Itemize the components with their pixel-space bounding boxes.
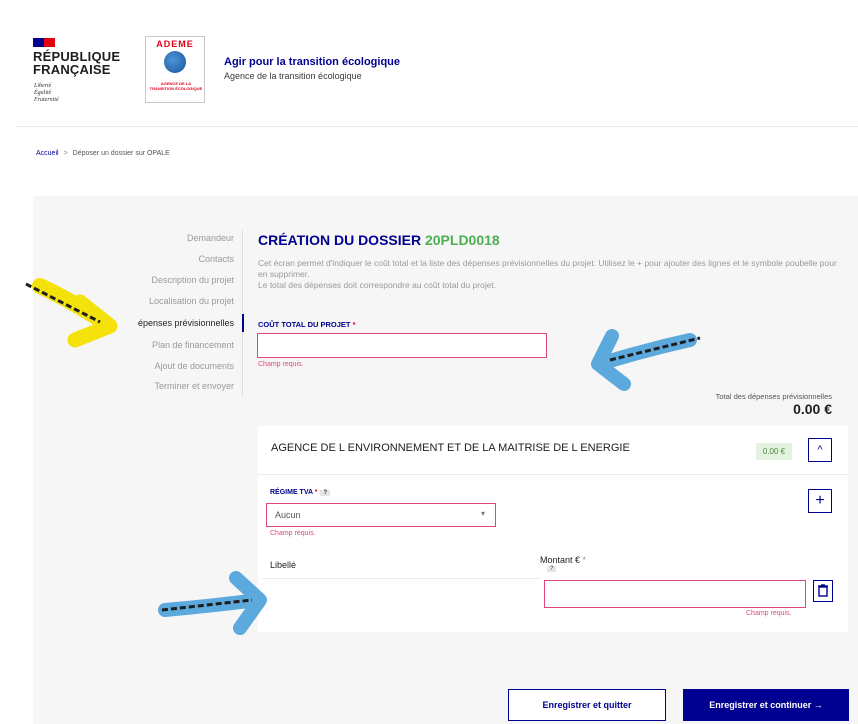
- total-depenses-label: Total des dépenses prévisionnelles: [715, 392, 832, 401]
- save-and-continue-button[interactable]: Enregistrer et continuer →: [683, 689, 849, 721]
- flag-red-stripe: [44, 38, 55, 47]
- montant-error: Champ requis.: [746, 610, 792, 617]
- save-and-quit-button[interactable]: Enregistrer et quitter: [508, 689, 666, 721]
- trash-icon: [818, 584, 828, 597]
- libelle-column-header: Libellé: [270, 560, 297, 570]
- required-mark: *: [352, 320, 356, 329]
- ademe-logo-word: ADEME: [156, 39, 194, 49]
- sidebar-item-documents[interactable]: Ajout de documents: [154, 361, 234, 371]
- page-title-prefix: CRÉATION DU DOSSIER: [258, 232, 425, 248]
- stepper-active-marker: [242, 314, 244, 332]
- help-icon[interactable]: ?: [547, 566, 557, 572]
- montant-column-header-text: Montant €: [540, 555, 581, 565]
- tva-label: RÉGIME TVA *?: [270, 489, 331, 496]
- republic-title: RÉPUBLIQUE FRANÇAISE: [33, 49, 121, 77]
- card-amount-badge: 0.00 €: [756, 443, 792, 460]
- tva-error: Champ requis.: [270, 530, 316, 537]
- cout-total-error: Champ requis.: [258, 361, 304, 368]
- montant-input[interactable]: [544, 580, 806, 608]
- tva-select[interactable]: Aucun ▾: [266, 503, 496, 527]
- help-icon[interactable]: ?: [320, 490, 331, 496]
- chevron-up-icon: ^: [817, 444, 823, 456]
- tva-select-value: Aucun: [275, 510, 301, 520]
- cout-total-label-text: COÛT TOTAL DU PROJET: [258, 320, 351, 329]
- plus-icon: +: [815, 492, 825, 509]
- header-divider: [16, 126, 858, 127]
- card-title: AGENCE DE L ENVIRONNEMENT ET DE LA MAITR…: [271, 442, 630, 454]
- chevron-down-icon: ▾: [480, 509, 485, 518]
- breadcrumb-current: Déposer un dossier sur OPALE: [72, 150, 170, 157]
- add-line-button[interactable]: +: [808, 489, 832, 513]
- sidebar-item-localisation[interactable]: Localisation du projet: [149, 296, 234, 306]
- required-mark: *: [582, 555, 587, 565]
- republic-motto: Liberté Égalité Fraternité: [34, 83, 59, 103]
- sidebar-item-financement[interactable]: Plan de financement: [152, 340, 234, 350]
- card-divider: [258, 474, 848, 475]
- header-title: Agir pour la transition écologique: [224, 56, 401, 68]
- ademe-logo[interactable]: ADEME AGENCE DE LA TRANSITION ÉCOLOGIQUE: [145, 36, 205, 103]
- tva-label-text: RÉGIME TVA: [270, 489, 313, 496]
- page-description: Cet écran permet d'indiquer le coût tota…: [258, 258, 837, 290]
- header-subtitle: Agence de la transition écologique: [224, 71, 362, 81]
- delete-line-button[interactable]: [813, 580, 833, 602]
- sidebar-item-terminer[interactable]: Terminer et envoyer: [154, 381, 234, 391]
- cout-total-label: COÛT TOTAL DU PROJET *: [258, 320, 356, 329]
- dossier-code: 20PLD0018: [424, 232, 500, 248]
- page-title: CRÉATION DU DOSSIER 20PLD0018: [258, 232, 500, 248]
- ademe-logo-subtitle: AGENCE DE LA TRANSITION ÉCOLOGIQUE: [149, 81, 203, 91]
- montant-column-header: Montant € *: [540, 555, 586, 565]
- libelle-row-divider: [262, 578, 540, 579]
- breadcrumb-separator: >: [63, 150, 68, 157]
- stepper-track: [242, 230, 243, 396]
- breadcrumb-home-link[interactable]: Accueil: [36, 150, 59, 157]
- total-depenses-value: 0.00 €: [793, 401, 832, 417]
- sidebar-item-depenses[interactable]: épenses prévisionnelles: [138, 318, 234, 328]
- globe-icon: [164, 51, 186, 73]
- sidebar-item-description[interactable]: Description du projet: [151, 275, 234, 285]
- sidebar-item-contacts[interactable]: Contacts: [198, 254, 234, 264]
- flag-blue-stripe: [33, 38, 44, 47]
- breadcrumb: Accueil > Déposer un dossier sur OPALE: [36, 150, 170, 157]
- required-mark: *: [314, 489, 318, 496]
- cout-total-input[interactable]: [257, 333, 547, 358]
- collapse-button[interactable]: ^: [808, 438, 832, 462]
- sidebar-item-demandeur[interactable]: Demandeur: [187, 233, 234, 243]
